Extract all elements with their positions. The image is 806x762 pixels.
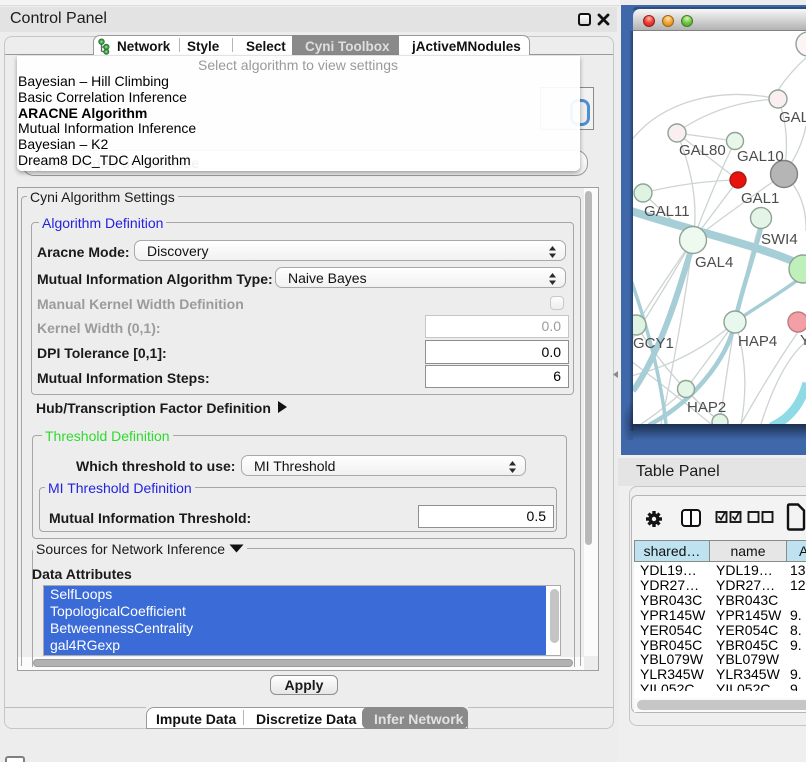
svg-text:GAL7: GAL7	[779, 109, 806, 126]
svg-text:YM: YM	[800, 332, 806, 349]
svg-text:HAP2: HAP2	[687, 399, 726, 416]
svg-text:GAL80: GAL80	[679, 142, 726, 159]
svg-text:HAP4: HAP4	[738, 333, 777, 350]
svg-text:SWI4: SWI4	[761, 231, 798, 248]
svg-text:GAL1: GAL1	[741, 190, 779, 207]
svg-text:GAL10: GAL10	[737, 148, 784, 165]
svg-text:GCY1: GCY1	[633, 335, 674, 352]
svg-text:GAL4: GAL4	[695, 254, 733, 271]
svg-text:GAL11: GAL11	[644, 203, 690, 220]
